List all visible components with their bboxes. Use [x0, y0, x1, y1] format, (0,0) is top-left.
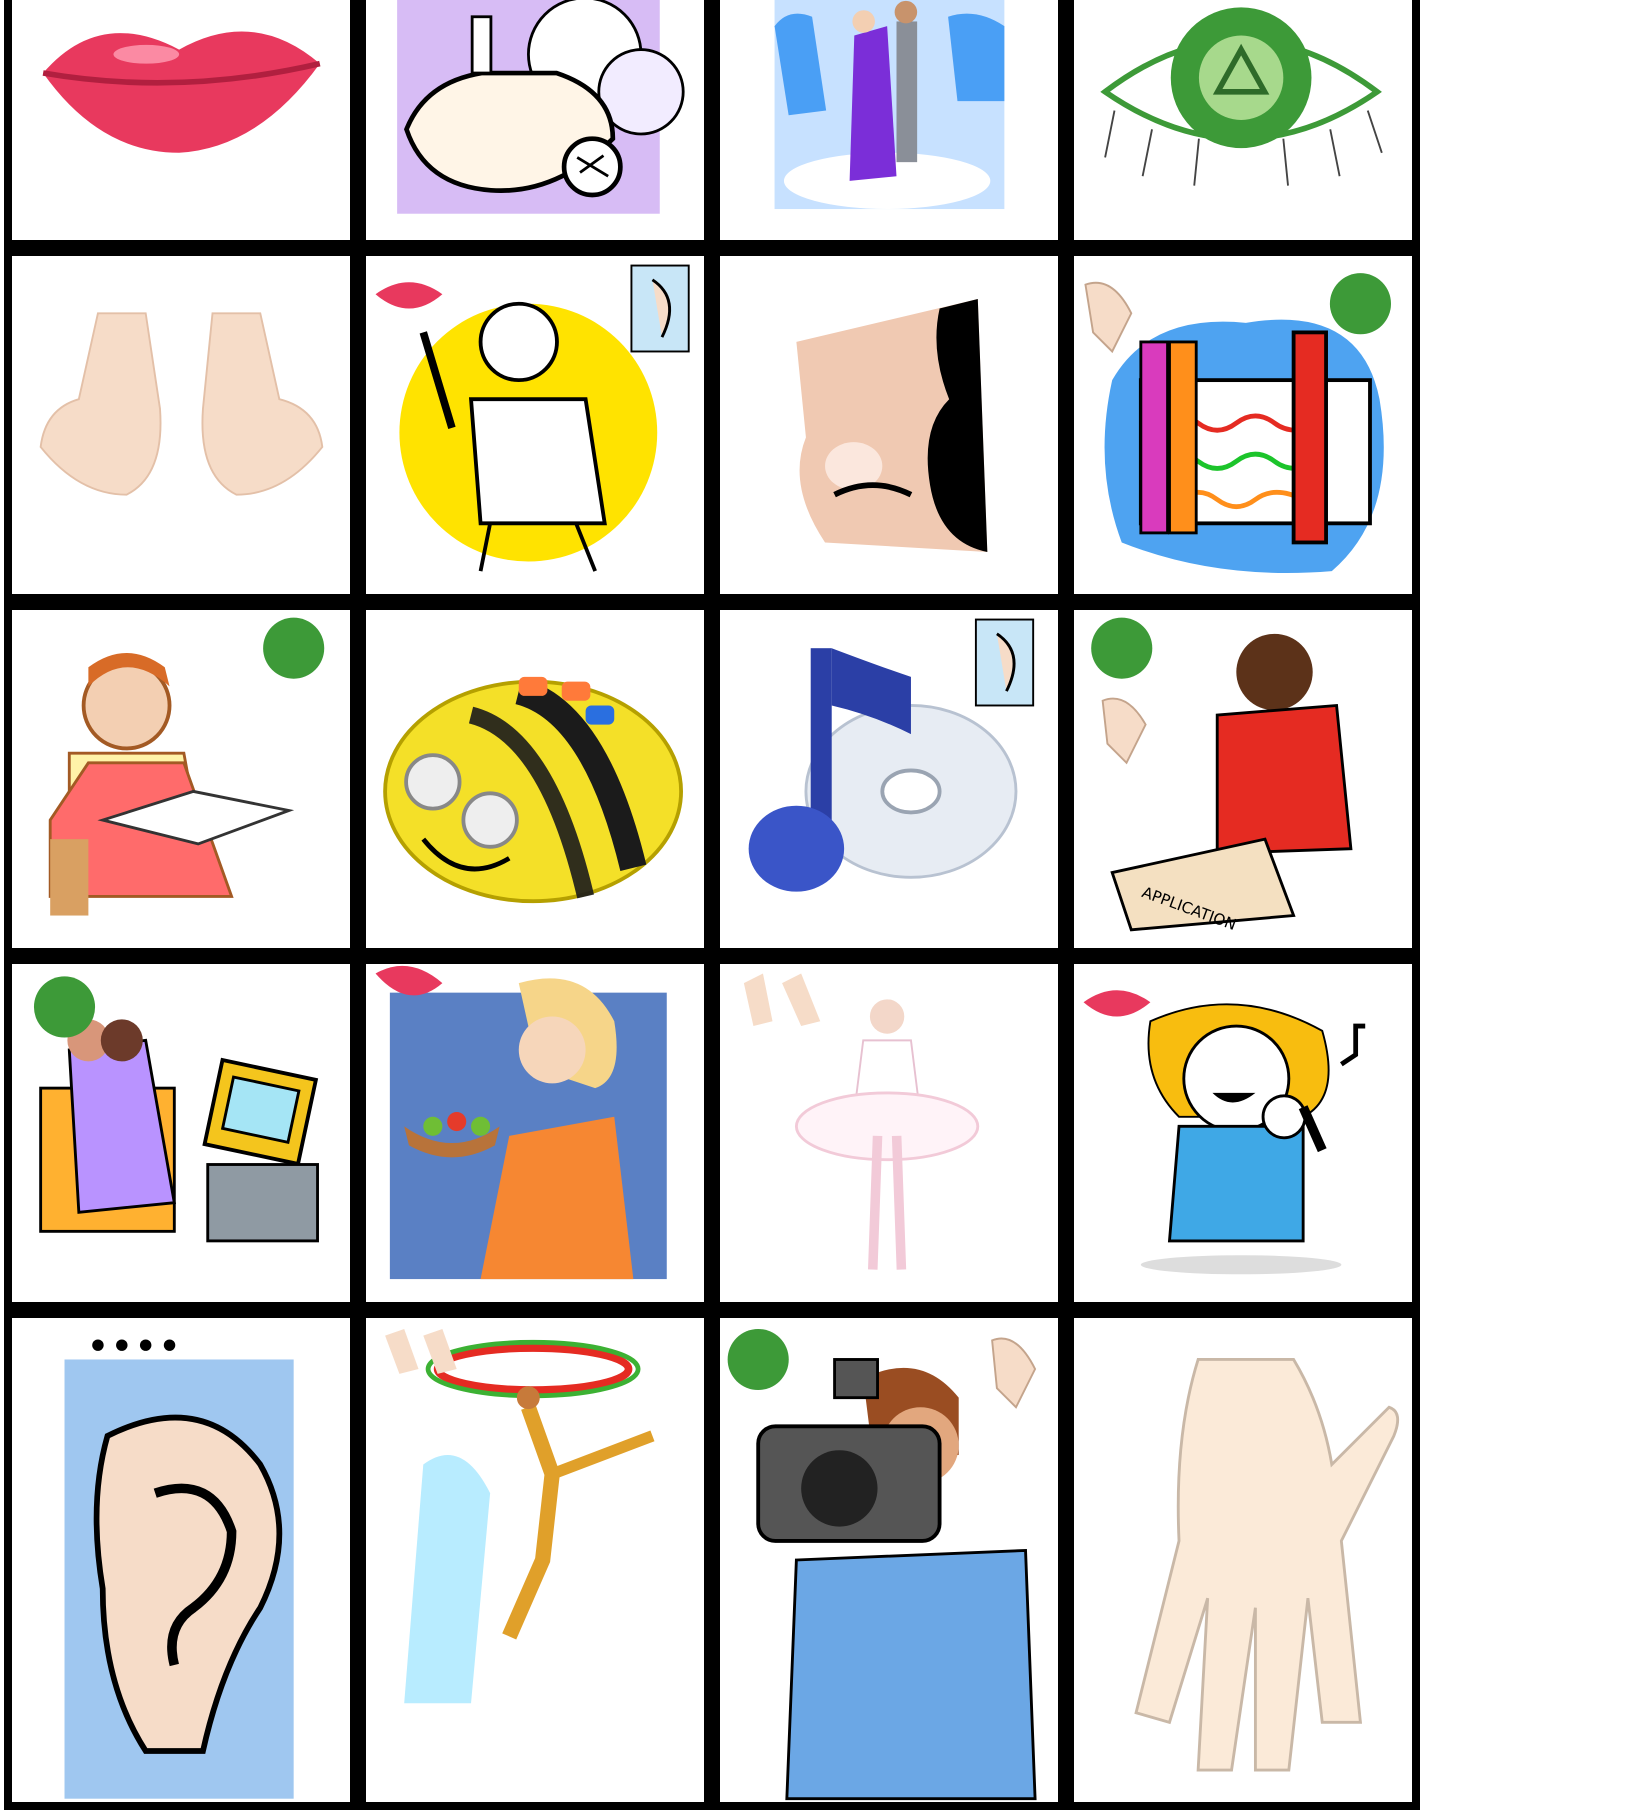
bee-bot-icon: [383, 676, 683, 904]
card-woman-writing-application[interactable]: APPLICATION: [1066, 602, 1420, 956]
card-hula-hoop-dancer[interactable]: [358, 1310, 712, 1810]
camera-operator-icon: [727, 1328, 1037, 1801]
girl-reading-icon: [48, 617, 325, 916]
telephone-talker-icon: [375, 264, 690, 572]
card-nose[interactable]: [712, 248, 1066, 602]
card-woman-eating-salad[interactable]: [358, 956, 712, 1310]
card-music-note-cd[interactable]: [712, 602, 1066, 956]
picture-card-sheet: APPLICATION: [0, 0, 1640, 1810]
card-crayons-paper[interactable]: [1066, 248, 1420, 602]
girl-singing-icon: [1083, 990, 1366, 1275]
card-telephone-talker[interactable]: [358, 248, 712, 602]
card-eye[interactable]: [1066, 0, 1420, 248]
card-girl-reading[interactable]: [4, 602, 358, 956]
crayons-paper-icon: [1084, 273, 1391, 573]
music-note-cd-icon: [748, 618, 1035, 892]
card-camera-operator[interactable]: [712, 1310, 1066, 1810]
eye-icon: [1100, 7, 1383, 186]
lips-icon: [42, 31, 321, 153]
card-girl-singing[interactable]: [1066, 956, 1420, 1310]
woman-eating-icon: [375, 965, 667, 1280]
ballerina-icon: [743, 973, 980, 1270]
hula-hoop-dancer-icon: [385, 1328, 655, 1704]
hand-icon: [1134, 1358, 1400, 1772]
card-ear[interactable]: [4, 1310, 358, 1810]
card-feet[interactable]: [4, 248, 358, 602]
nose-icon: [796, 298, 988, 552]
card-ballerina[interactable]: [712, 956, 1066, 1310]
card-hand[interactable]: [1066, 1310, 1420, 1810]
card-lips[interactable]: [4, 0, 358, 248]
perfume-icon: [397, 0, 685, 214]
card-perfume[interactable]: [358, 0, 712, 248]
card-dancing-couple[interactable]: [712, 0, 1066, 248]
couple-watching-tv-icon: [33, 976, 319, 1243]
ear-icon: [64, 1339, 294, 1799]
dancing-couple-icon: [774, 0, 1005, 210]
card-couple-watching-tv[interactable]: [4, 956, 358, 1310]
card-bee-bot-toy[interactable]: [358, 602, 712, 956]
feet-icon: [39, 312, 324, 496]
woman-writing-icon: APPLICATION: [1091, 617, 1353, 934]
